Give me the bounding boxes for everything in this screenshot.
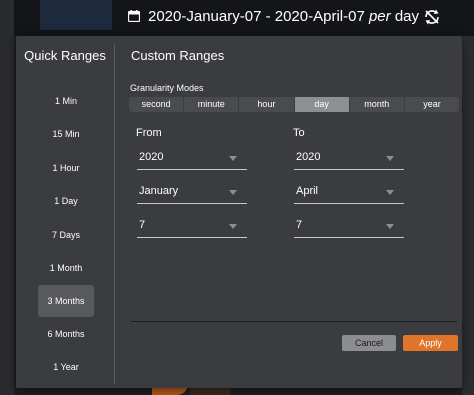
footer-divider xyxy=(131,321,457,322)
apply-button[interactable]: Apply xyxy=(403,335,458,351)
to-day-select[interactable]: 7 xyxy=(294,215,404,238)
quick-range-1-year[interactable]: 1 Year xyxy=(38,351,94,383)
granularity-selector: second minute hour day month year xyxy=(129,97,460,112)
to-label: To xyxy=(293,127,305,139)
to-year-value: 2020 xyxy=(296,151,321,163)
quick-ranges-panel: Quick Ranges 1 Min 15 Min 1 Hour 1 Day 7… xyxy=(16,36,114,388)
quick-range-3-months[interactable]: 3 Months xyxy=(38,285,94,317)
sync-off-icon[interactable] xyxy=(423,8,441,26)
to-year-select[interactable]: 2020 xyxy=(294,147,404,170)
granularity-month[interactable]: month xyxy=(349,97,404,112)
quick-range-1-hour[interactable]: 1 Hour xyxy=(38,152,94,184)
from-month-value: January xyxy=(139,185,179,197)
background-left-panel xyxy=(0,0,14,395)
from-year-value: 2020 xyxy=(139,151,164,163)
date-range-header[interactable]: 2020-January-07 - 2020-April-07 per day xyxy=(118,0,464,36)
quick-range-6-months[interactable]: 6 Months xyxy=(38,318,94,350)
chevron-down-icon xyxy=(386,224,394,229)
from-day-select[interactable]: 7 xyxy=(137,215,247,238)
quick-range-15-min[interactable]: 15 Min xyxy=(38,118,94,150)
from-label: From xyxy=(136,127,162,139)
date-range-text: 2020-January-07 - 2020-April-07 xyxy=(148,8,365,25)
per-text: per xyxy=(368,8,391,25)
from-year-select[interactable]: 2020 xyxy=(137,147,247,170)
custom-ranges-panel: Custom Ranges Granularity Modes second m… xyxy=(115,36,462,388)
calendar-icon xyxy=(128,10,140,22)
to-day-value: 7 xyxy=(296,219,303,231)
granularity-modes-label: Granularity Modes xyxy=(130,83,204,93)
chevron-down-icon xyxy=(229,190,237,195)
date-range-label: 2020-January-07 - 2020-April-07 per day xyxy=(148,8,419,25)
chevron-down-icon xyxy=(386,190,394,195)
granularity-minute[interactable]: minute xyxy=(184,97,239,112)
chevron-down-icon xyxy=(386,156,394,161)
granularity-second[interactable]: second xyxy=(129,97,184,112)
granularity-unit-text: day xyxy=(394,8,420,25)
to-month-value: April xyxy=(296,185,319,197)
to-month-select[interactable]: April xyxy=(294,181,404,204)
from-month-select[interactable]: January xyxy=(137,181,247,204)
quick-range-7-days[interactable]: 7 Days xyxy=(38,219,94,251)
background-right-panel xyxy=(462,36,474,395)
background-panel xyxy=(40,0,112,30)
date-range-popup: Quick Ranges 1 Min 15 Min 1 Hour 1 Day 7… xyxy=(16,36,462,388)
chevron-down-icon xyxy=(229,156,237,161)
granularity-day[interactable]: day xyxy=(294,97,349,112)
granularity-year[interactable]: year xyxy=(404,97,460,112)
quick-ranges-title: Quick Ranges xyxy=(24,48,106,63)
from-day-value: 7 xyxy=(139,219,146,231)
quick-range-1-month[interactable]: 1 Month xyxy=(38,252,94,284)
granularity-hour[interactable]: hour xyxy=(239,97,294,112)
cancel-button[interactable]: Cancel xyxy=(342,335,396,351)
custom-ranges-title: Custom Ranges xyxy=(131,48,225,63)
chevron-down-icon xyxy=(229,224,237,229)
quick-range-1-day[interactable]: 1 Day xyxy=(38,185,94,217)
quick-range-1-min[interactable]: 1 Min xyxy=(38,85,94,117)
